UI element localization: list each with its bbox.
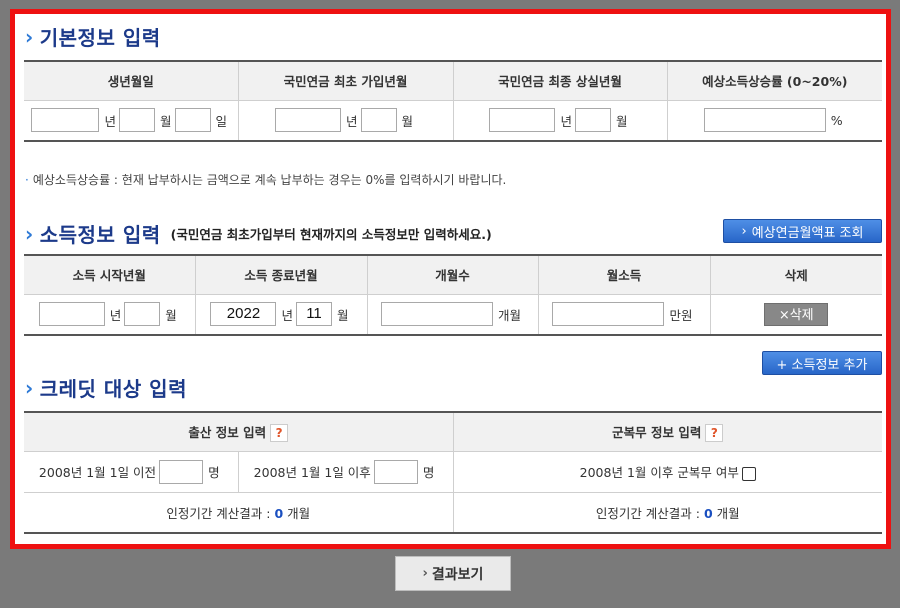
income-start-year-input[interactable] bbox=[38, 302, 105, 327]
month-unit: 월 bbox=[159, 113, 172, 129]
income-info-table: 소득 시작년월 소득 종료년월 개월수 월소득 삭제 년월 2022 년 11 월 개… bbox=[24, 254, 882, 336]
view-result-label: 결과보기 bbox=[431, 566, 484, 583]
header-income-start: 소득 시작년월 bbox=[24, 255, 195, 295]
header-income-end: 소득 종료년월 bbox=[194, 255, 367, 295]
military-result-value: 0 bbox=[703, 505, 713, 521]
birth-before-cell: 2008년 1월 1일 이전 명 bbox=[24, 451, 238, 493]
credit-title-text: 크레딧 대상 입력 bbox=[39, 377, 187, 401]
delete-cell: ×삭제 bbox=[709, 294, 882, 335]
monthly-income-input[interactable] bbox=[552, 302, 665, 327]
income-growth-cell: % bbox=[666, 100, 882, 141]
year-unit: 년 bbox=[560, 113, 572, 129]
person-unit: 명 bbox=[208, 465, 220, 480]
military-result-label: 인정기간 계산결과 : bbox=[595, 505, 700, 521]
income-start-cell: 년월 bbox=[24, 294, 195, 335]
income-info-title: › 소득정보 입력 (국민연금 최초가입부터 현재까지의 소득정보만 입력하세요… bbox=[25, 219, 492, 248]
month-unit: 월 bbox=[165, 307, 177, 323]
military-result-unit: 개월 bbox=[716, 505, 740, 521]
month-unit: 월 bbox=[616, 113, 628, 129]
add-income-button[interactable]: + 소득정보 추가 bbox=[762, 351, 882, 375]
year-unit: 년 bbox=[281, 307, 293, 323]
monthly-income-cell: 만원 bbox=[537, 294, 710, 335]
birth-day-input[interactable] bbox=[174, 108, 211, 133]
chevron-right-icon: › bbox=[741, 223, 747, 239]
help-icon[interactable]: ? bbox=[705, 424, 724, 442]
income-growth-input[interactable] bbox=[703, 108, 826, 133]
income-info-subtitle: (국민연금 최초가입부터 현재까지의 소득정보만 입력하세요.) bbox=[170, 227, 492, 242]
view-result-button[interactable]: › 결과보기 bbox=[395, 556, 511, 591]
birth-before-input[interactable] bbox=[159, 459, 204, 484]
income-start-month-input[interactable] bbox=[124, 302, 161, 327]
months-cell: 개월 bbox=[366, 294, 538, 335]
chevron-right-icon: › bbox=[25, 375, 34, 400]
birthdate-cell: 년월일 bbox=[24, 100, 238, 141]
form-panel: › 기본정보 입력 생년월일 국민연금 최초 가입년월 국민연금 최종 상실년월… bbox=[10, 9, 891, 549]
basic-info-title: › 기본정보 입력 bbox=[25, 22, 161, 51]
day-unit: 일 bbox=[215, 113, 228, 129]
header-last-loss: 국민연금 최종 상실년월 bbox=[452, 61, 667, 101]
months-unit: 개월 bbox=[497, 307, 521, 323]
person-unit: 명 bbox=[422, 465, 435, 480]
won-unit: 만원 bbox=[669, 307, 693, 323]
income-end-year-input[interactable]: 2022 bbox=[210, 302, 277, 327]
header-monthly-income: 월소득 bbox=[537, 255, 710, 295]
birth-info-header: 출산 정보 입력? bbox=[24, 412, 453, 452]
birth-year-input[interactable] bbox=[31, 108, 100, 133]
month-unit: 월 bbox=[337, 307, 349, 323]
header-income-growth: 예상소득상승률 (0~20%) bbox=[666, 61, 882, 101]
military-checkbox[interactable] bbox=[741, 466, 756, 481]
chevron-right-icon: › bbox=[422, 566, 428, 581]
month-unit: 월 bbox=[401, 113, 414, 129]
year-unit: 년 bbox=[345, 113, 358, 129]
header-delete: 삭제 bbox=[709, 255, 882, 295]
pension-table-lookup-button[interactable]: › 예상연금월액표 조회 bbox=[723, 219, 882, 243]
birth-info-header-text: 출산 정보 입력 bbox=[188, 424, 267, 440]
months-input[interactable] bbox=[380, 302, 493, 327]
header-first-join: 국민연금 최초 가입년월 bbox=[237, 61, 453, 101]
income-end-cell: 2022 년 11 월 bbox=[194, 294, 367, 335]
after-2008-label: 2008년 1월 1일 이후 bbox=[253, 465, 371, 480]
lookup-button-label: 예상연금월액표 조회 bbox=[751, 225, 864, 241]
credit-table: 출산 정보 입력? 군복무 정보 입력? 2008년 1월 1일 이전 명 200… bbox=[24, 411, 882, 534]
before-2008-label: 2008년 1월 1일 이전 bbox=[38, 465, 157, 480]
growth-note-text: 예상소득상승률 : 현재 납부하시는 금액으로 계속 납부하는 경우는 0%를 … bbox=[32, 173, 507, 187]
birth-result-cell: 인정기간 계산결과 : 0 개월 bbox=[24, 492, 453, 533]
military-result-cell: 인정기간 계산결과 : 0 개월 bbox=[452, 492, 882, 533]
birth-after-input[interactable] bbox=[373, 459, 418, 484]
military-cell: 2008년 1월 이후 군복무 여부 bbox=[452, 451, 882, 493]
military-label: 2008년 1월 이후 군복무 여부 bbox=[579, 465, 739, 480]
last-loss-year-input[interactable] bbox=[489, 108, 556, 133]
growth-note: · 예상소득상승률 : 현재 납부하시는 금액으로 계속 납부하는 경우는 0%를… bbox=[25, 171, 506, 188]
year-unit: 년 bbox=[104, 113, 116, 129]
last-loss-month-input[interactable] bbox=[575, 108, 611, 133]
birth-after-cell: 2008년 1월 1일 이후 명 bbox=[237, 451, 453, 493]
last-loss-cell: 년월 bbox=[452, 100, 667, 141]
income-end-month-input[interactable]: 11 bbox=[296, 302, 332, 327]
first-join-cell: 년월 bbox=[237, 100, 453, 141]
birth-result-unit: 개월 bbox=[287, 505, 311, 521]
year-unit: 년 bbox=[109, 307, 122, 323]
chevron-right-icon: › bbox=[25, 24, 34, 49]
header-birthdate: 생년월일 bbox=[24, 61, 238, 101]
first-join-month-input[interactable] bbox=[360, 108, 397, 133]
bullet-icon: · bbox=[25, 173, 29, 187]
chevron-right-icon: › bbox=[25, 221, 34, 246]
header-months: 개월수 bbox=[366, 255, 538, 295]
birth-result-value: 0 bbox=[274, 505, 284, 521]
military-info-header-text: 군복무 정보 입력 bbox=[612, 424, 702, 440]
delete-row-button[interactable]: ×삭제 bbox=[764, 302, 829, 326]
help-icon[interactable]: ? bbox=[270, 424, 289, 442]
first-join-year-input[interactable] bbox=[274, 108, 341, 133]
basic-info-table: 생년월일 국민연금 최초 가입년월 국민연금 최종 상실년월 예상소득상승률 (… bbox=[24, 60, 882, 142]
percent-unit: % bbox=[830, 112, 843, 128]
birth-month-input[interactable] bbox=[118, 108, 155, 133]
income-info-title-text: 소득정보 입력 bbox=[39, 223, 161, 247]
birth-result-label: 인정기간 계산결과 : bbox=[166, 505, 271, 521]
military-info-header: 군복무 정보 입력? bbox=[452, 412, 882, 452]
basic-info-title-text: 기본정보 입력 bbox=[39, 26, 161, 50]
credit-title: › 크레딧 대상 입력 bbox=[25, 373, 187, 402]
